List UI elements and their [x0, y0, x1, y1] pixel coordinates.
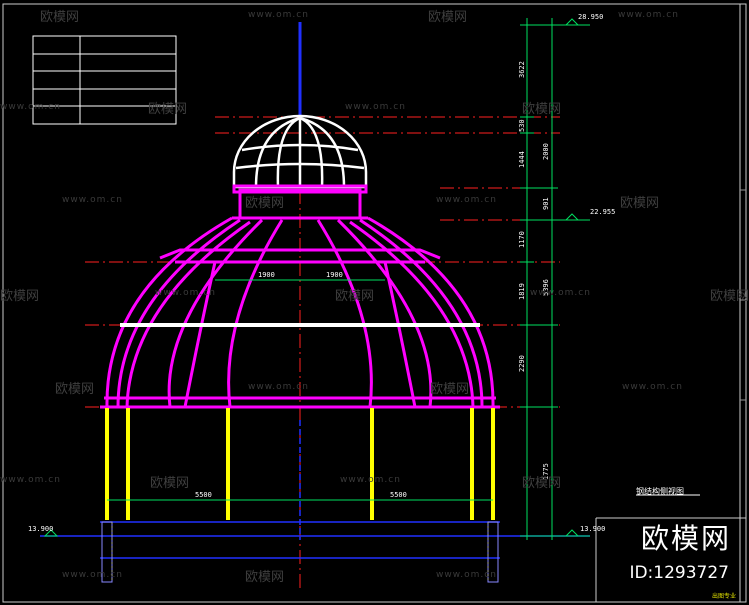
watermark-site: www.om.cn	[530, 288, 591, 298]
span-label: 1900	[258, 271, 275, 279]
dim-label: 901	[542, 197, 550, 210]
brand-id: ID:1293727	[629, 563, 729, 583]
watermark-brand: 欧模网	[522, 102, 562, 117]
span-label: 5500	[195, 491, 212, 499]
watermark-brand: 欧模网	[40, 10, 80, 25]
watermark-brand: 欧模网	[0, 289, 40, 304]
span-label: 1900	[326, 271, 343, 279]
watermark-site: www.om.cn	[155, 288, 216, 298]
watermark-site: www.om.cn	[0, 475, 61, 485]
watermark-site: www.om.cn	[340, 475, 401, 485]
dim-label: 1444	[518, 151, 526, 168]
dim-label: 1819	[518, 283, 526, 300]
watermark-brand: 欧模网	[430, 382, 470, 397]
watermark-site: www.om.cn	[618, 10, 679, 20]
elevation-label-top: 28.950	[578, 13, 603, 21]
watermark-brand: 欧模网	[245, 570, 285, 585]
drawing-canvas: 3622 530 1444 901 1170 1819 2290 1775 20…	[2, 3, 747, 603]
vertical-dimensions	[520, 18, 590, 540]
watermark-site: www.om.cn	[622, 382, 683, 392]
watermark-brand: 欧模网	[620, 196, 660, 211]
vertical-dim-labels-left: 3622 530 1444 901 1170 1819 2290 1775	[518, 61, 550, 480]
watermark-site: www.om.cn	[248, 10, 309, 20]
dim-label: 3622	[518, 61, 526, 78]
watermark-site: www.om.cn	[62, 570, 123, 580]
brand-logo-text: 欧模网	[640, 522, 731, 555]
drawing-title: 钢结构侧视图	[636, 487, 684, 496]
watermark-site: www.om.cn	[436, 570, 497, 580]
elevation-markers	[43, 18, 580, 537]
dim-label: 1170	[518, 231, 526, 248]
lantern-dome	[232, 114, 368, 189]
elevation-label-base-right: 13.900	[580, 525, 605, 533]
watermark-site: www.om.cn	[62, 195, 123, 205]
drawing-frame	[2, 3, 747, 603]
watermark-brand: 欧模网	[245, 196, 285, 211]
elevation-label-mid: 22.955	[590, 208, 615, 216]
watermark-brand: 欧模网	[148, 102, 188, 117]
watermark-brand: 欧模网	[335, 289, 375, 304]
watermark-site: www.om.cn	[345, 102, 406, 112]
dim-label: 2000	[542, 143, 550, 160]
watermark-site: www.om.cn	[436, 195, 497, 205]
watermark-brand: 欧模网	[710, 289, 749, 304]
watermark-brand: 欧模网	[150, 476, 190, 491]
watermark-brand: 欧模网	[428, 10, 468, 25]
elevation-label-base-left: 13.900	[28, 525, 53, 533]
watermark-site: www.om.cn	[248, 382, 309, 392]
watermark-brand: 欧模网	[55, 382, 95, 397]
dim-label: 2290	[518, 355, 526, 372]
span-label: 5500	[390, 491, 407, 499]
watermark-site: www.om.cn	[0, 102, 61, 112]
watermark-brand: 欧模网	[522, 476, 562, 491]
dim-label: 530	[518, 119, 526, 132]
title-block-note: 出图专业	[712, 593, 737, 600]
